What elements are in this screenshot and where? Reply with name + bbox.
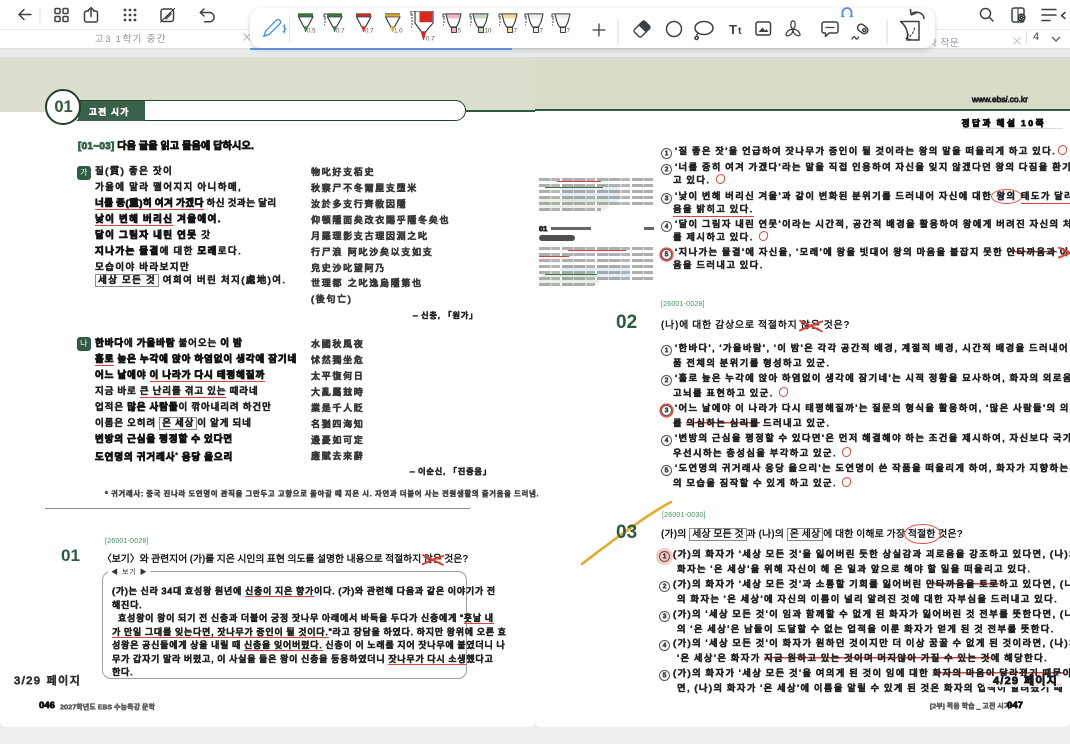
svg-text:7: 7 [540, 28, 544, 35]
svg-text:0.7: 0.7 [336, 28, 345, 35]
svg-text:7: 7 [514, 28, 518, 35]
svg-text:0.7: 0.7 [426, 36, 435, 43]
svg-text:T: T [729, 22, 737, 37]
svg-text:5: 5 [458, 28, 462, 35]
svg-text:1.0: 1.0 [394, 28, 403, 35]
svg-text:0.5: 0.5 [307, 28, 316, 35]
svg-text:0.7: 0.7 [365, 28, 374, 35]
svg-text:7: 7 [567, 28, 571, 35]
svg-text:t: t [738, 25, 742, 37]
svg-text:10: 10 [485, 28, 492, 35]
